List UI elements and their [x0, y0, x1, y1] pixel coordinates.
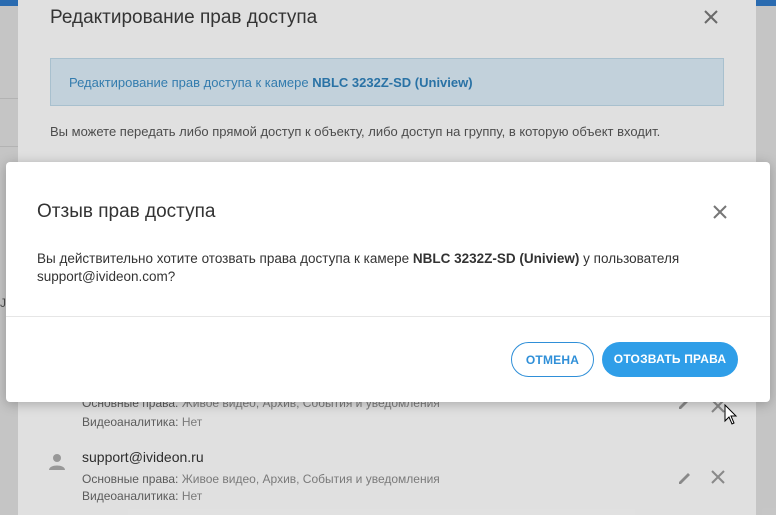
divider — [6, 316, 770, 317]
revoke-rights-button[interactable]: ОТОЗВАТЬ ПРАВА — [602, 342, 738, 377]
camera-name: NBLC 3232Z-SD (Uniview) — [412, 251, 580, 266]
close-icon[interactable] — [709, 201, 731, 223]
revoke-access-modal: Отзыв прав доступа Вы действительно хоти… — [6, 162, 770, 402]
mouse-cursor-icon — [724, 404, 738, 425]
cancel-button[interactable]: ОТМЕНА — [511, 342, 594, 377]
modal-message: Вы действительно хотите отозвать права д… — [37, 251, 680, 284]
modal-title: Отзыв прав доступа — [37, 201, 216, 222]
user-email: support@ivideon.com — [37, 269, 168, 284]
